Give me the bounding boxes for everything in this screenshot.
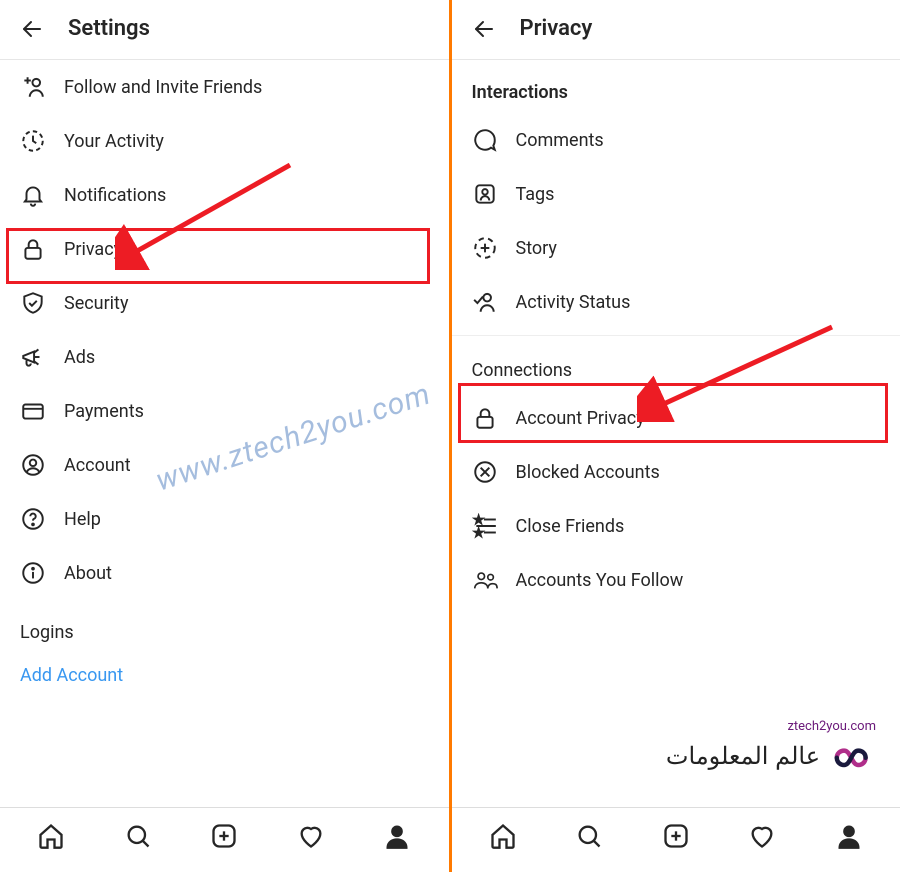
- privacy-item-comments[interactable]: Comments: [452, 113, 900, 167]
- profile-icon[interactable]: [835, 822, 863, 850]
- story-plus-icon: [472, 235, 498, 261]
- add-post-icon[interactable]: [662, 822, 690, 850]
- privacy-item-story[interactable]: Story: [452, 221, 900, 275]
- privacy-item-activity-status[interactable]: Activity Status: [452, 275, 900, 329]
- privacy-item-label: Blocked Accounts: [516, 462, 660, 483]
- card-icon: [20, 398, 46, 424]
- settings-item-label: Follow and Invite Friends: [64, 77, 262, 98]
- privacy-item-label: Account Privacy: [516, 408, 645, 429]
- privacy-item-label: Accounts You Follow: [516, 570, 684, 591]
- privacy-item-label: Close Friends: [516, 516, 625, 537]
- privacy-item-label: Activity Status: [516, 292, 631, 313]
- add-post-icon[interactable]: [210, 822, 238, 850]
- x-circle-icon: [472, 459, 498, 485]
- settings-item-label: Ads: [64, 347, 95, 368]
- settings-item-label: Your Activity: [64, 131, 164, 152]
- settings-item-help[interactable]: Help: [0, 492, 449, 546]
- lock-icon: [20, 236, 46, 262]
- settings-item-ads[interactable]: Ads: [0, 330, 449, 384]
- privacy-header: Privacy: [452, 0, 900, 60]
- privacy-panel: Privacy Interactions Comments Tags: [452, 0, 900, 872]
- infinity-icon: [832, 738, 876, 782]
- settings-item-security[interactable]: Security: [0, 276, 449, 330]
- settings-item-label: Account: [64, 455, 131, 476]
- add-person-icon: [20, 74, 46, 100]
- privacy-list: Interactions Comments Tags Story: [452, 60, 900, 807]
- privacy-title: Privacy: [520, 16, 593, 41]
- settings-item-privacy[interactable]: Privacy: [0, 222, 449, 276]
- bell-icon: [20, 182, 46, 208]
- bottom-nav: [0, 807, 449, 872]
- bottom-nav: [452, 807, 900, 872]
- home-icon[interactable]: [37, 822, 65, 850]
- back-icon[interactable]: [472, 17, 496, 41]
- settings-item-payments[interactable]: Payments: [0, 384, 449, 438]
- privacy-item-accounts-you-follow[interactable]: Accounts You Follow: [452, 553, 900, 607]
- settings-item-label: About: [64, 563, 112, 584]
- settings-item-follow-invite[interactable]: Follow and Invite Friends: [0, 60, 449, 114]
- branding-arabic: عالم المعلومات: [666, 743, 820, 770]
- person-check-icon: [472, 289, 498, 315]
- privacy-item-blocked-accounts[interactable]: Blocked Accounts: [452, 445, 900, 499]
- settings-item-account[interactable]: Account: [0, 438, 449, 492]
- settings-list: Follow and Invite Friends Your Activity …: [0, 60, 449, 807]
- settings-item-label: Payments: [64, 401, 144, 422]
- settings-item-activity[interactable]: Your Activity: [0, 114, 449, 168]
- privacy-item-label: Tags: [516, 184, 555, 205]
- people-icon: [472, 567, 498, 593]
- settings-item-notifications[interactable]: Notifications: [0, 168, 449, 222]
- branding-logo: ztech2you.com عالم المعلومات: [666, 719, 876, 782]
- clock-icon: [20, 128, 46, 154]
- heart-icon[interactable]: [748, 822, 776, 850]
- megaphone-icon: [20, 344, 46, 370]
- privacy-item-tags[interactable]: Tags: [452, 167, 900, 221]
- section-interactions: Interactions: [452, 60, 900, 113]
- branding-url: ztech2you.com: [666, 719, 876, 734]
- lock-icon: [472, 405, 498, 431]
- shield-check-icon: [20, 290, 46, 316]
- back-icon[interactable]: [20, 17, 44, 41]
- privacy-item-account-privacy[interactable]: Account Privacy: [452, 391, 900, 445]
- heart-icon[interactable]: [297, 822, 325, 850]
- privacy-item-label: Comments: [516, 130, 604, 151]
- settings-item-label: Security: [64, 293, 128, 314]
- section-logins: Logins: [0, 600, 449, 653]
- search-icon[interactable]: [124, 822, 152, 850]
- settings-header: Settings: [0, 0, 449, 60]
- settings-panel: Settings Follow and Invite Friends Your …: [0, 0, 449, 872]
- person-circle-icon: [20, 452, 46, 478]
- section-connections: Connections: [452, 335, 900, 391]
- privacy-item-label: Story: [516, 238, 557, 259]
- star-list-icon: ★★: [472, 513, 498, 539]
- help-circle-icon: [20, 506, 46, 532]
- home-icon[interactable]: [489, 822, 517, 850]
- svg-text:★: ★: [474, 515, 483, 526]
- settings-title: Settings: [68, 16, 150, 41]
- info-circle-icon: [20, 560, 46, 586]
- settings-item-label: Notifications: [64, 185, 166, 206]
- settings-item-about[interactable]: About: [0, 546, 449, 600]
- settings-item-label: Privacy: [64, 239, 122, 260]
- search-icon[interactable]: [575, 822, 603, 850]
- comment-icon: [472, 127, 498, 153]
- svg-text:★: ★: [474, 528, 483, 539]
- privacy-item-close-friends[interactable]: ★★ Close Friends: [452, 499, 900, 553]
- tag-person-icon: [472, 181, 498, 207]
- profile-icon[interactable]: [383, 822, 411, 850]
- settings-item-label: Help: [64, 509, 101, 530]
- add-account-link[interactable]: Add Account: [0, 653, 449, 698]
